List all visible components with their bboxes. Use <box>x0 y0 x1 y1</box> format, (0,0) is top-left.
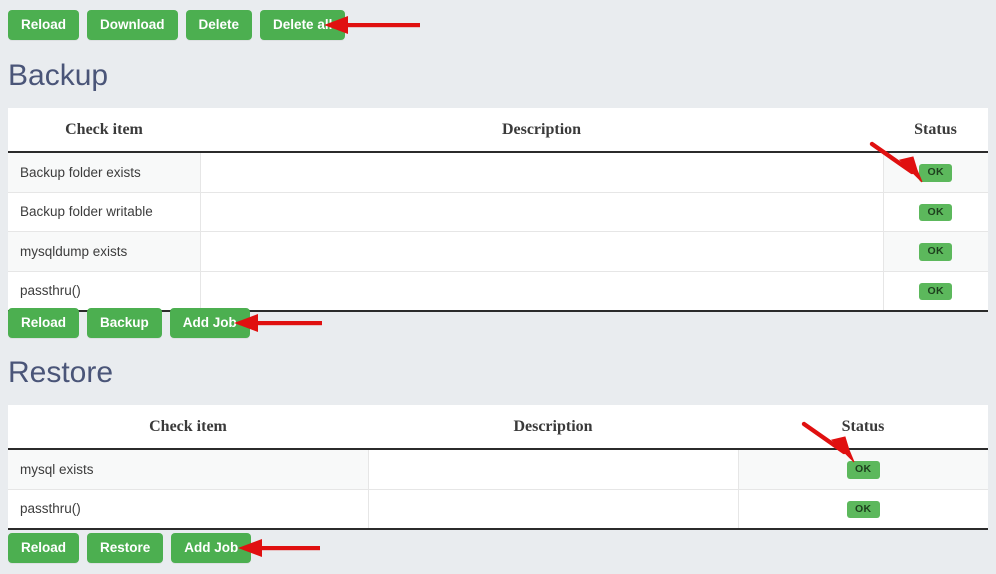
backup-col-check-item: Check item <box>8 108 200 152</box>
reload-button[interactable]: Reload <box>8 10 79 40</box>
restore-row-status-1: OK <box>738 489 988 529</box>
restore-button[interactable]: Restore <box>87 533 163 563</box>
backup-col-status: Status <box>883 108 988 152</box>
backup-row-desc-2 <box>200 232 883 272</box>
backup-reload-button[interactable]: Reload <box>8 308 79 338</box>
restore-row-desc-0 <box>368 449 738 489</box>
backup-row-desc-0 <box>200 152 883 192</box>
backup-table-header-row: Check item Description Status <box>8 108 988 152</box>
backup-row-status-2: OK <box>883 232 988 272</box>
backup-toolbar: Reload Backup Add Job <box>8 308 250 338</box>
backup-row-desc-1 <box>200 192 883 232</box>
backup-col-description: Description <box>200 108 883 152</box>
backup-table-wrapper: Check item Description Status Backup fol… <box>8 108 988 312</box>
backup-add-job-button[interactable]: Add Job <box>170 308 250 338</box>
backup-row-item-3: passthru() <box>8 271 200 311</box>
status-badge: OK <box>847 501 880 519</box>
table-row: mysql exists OK <box>8 449 988 489</box>
restore-reload-button[interactable]: Reload <box>8 533 79 563</box>
restore-row-status-0: OK <box>738 449 988 489</box>
table-row: passthru() OK <box>8 271 988 311</box>
delete-all-button[interactable]: Delete all <box>260 10 345 40</box>
status-badge: OK <box>919 204 952 222</box>
backup-row-item-1: Backup folder writable <box>8 192 200 232</box>
status-badge: OK <box>919 243 952 261</box>
restore-add-job-button[interactable]: Add Job <box>171 533 251 563</box>
backup-row-item-0: Backup folder exists <box>8 152 200 192</box>
download-button[interactable]: Download <box>87 10 178 40</box>
top-toolbar: Reload Download Delete Delete all <box>8 10 345 40</box>
backup-row-status-3: OK <box>883 271 988 311</box>
backup-check-table: Check item Description Status Backup fol… <box>8 108 988 312</box>
status-badge: OK <box>847 461 880 479</box>
status-badge: OK <box>919 283 952 301</box>
restore-table-wrapper: Check item Description Status mysql exis… <box>8 405 988 530</box>
backup-row-status-1: OK <box>883 192 988 232</box>
backup-row-status-0: OK <box>883 152 988 192</box>
restore-row-desc-1 <box>368 489 738 529</box>
page-root: Reload Download Delete Delete all Backup… <box>0 0 996 574</box>
restore-row-item-1: passthru() <box>8 489 368 529</box>
restore-check-table: Check item Description Status mysql exis… <box>8 405 988 530</box>
restore-col-check-item: Check item <box>8 405 368 449</box>
page-title-restore: Restore <box>8 358 113 388</box>
restore-col-status: Status <box>738 405 988 449</box>
page-title-backup: Backup <box>8 61 108 91</box>
backup-button[interactable]: Backup <box>87 308 162 338</box>
restore-table-header-row: Check item Description Status <box>8 405 988 449</box>
backup-row-desc-3 <box>200 271 883 311</box>
table-row: mysqldump exists OK <box>8 232 988 272</box>
delete-button[interactable]: Delete <box>186 10 253 40</box>
table-row: Backup folder exists OK <box>8 152 988 192</box>
restore-col-description: Description <box>368 405 738 449</box>
table-row: Backup folder writable OK <box>8 192 988 232</box>
restore-row-item-0: mysql exists <box>8 449 368 489</box>
status-badge: OK <box>919 164 952 182</box>
restore-toolbar: Reload Restore Add Job <box>8 533 251 563</box>
backup-row-item-2: mysqldump exists <box>8 232 200 272</box>
table-row: passthru() OK <box>8 489 988 529</box>
